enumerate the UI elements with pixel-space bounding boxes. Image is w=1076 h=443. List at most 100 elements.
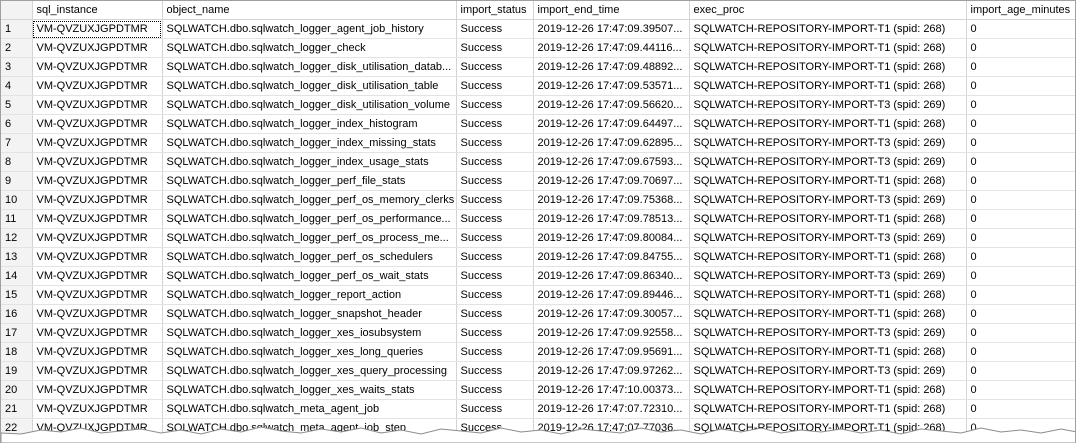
table-row[interactable]: 19 VM-QVZUXJGPDTMR SQLWATCH.dbo.sqlwatch_l… [1,361,1075,381]
row-number-cell[interactable]: 13 [1,247,33,267]
import-end-time-cell[interactable]: 2019-12-26 17:47:09.70697... [533,171,690,191]
import-age-minutes-cell[interactable]: 0 [966,19,1075,39]
import-age-minutes-cell[interactable]: 0 [966,285,1075,305]
import-end-time-cell[interactable]: 2019-12-26 17:47:09.97262... [533,361,690,381]
import-age-minutes-cell[interactable]: 0 [966,209,1075,229]
import-status-cell[interactable]: Success [456,342,534,362]
import-end-time-cell[interactable]: 2019-12-26 17:47:07.72310... [533,399,690,419]
import-end-time-cell[interactable]: 2019-12-26 17:47:09.67593... [533,152,690,172]
import-age-minutes-cell[interactable]: 0 [966,228,1075,248]
sql-instance-cell[interactable]: VM-QVZUXJGPDTMR [32,380,163,400]
import-age-minutes-cell[interactable]: 0 [966,76,1075,96]
import-end-time-cell[interactable]: 2019-12-26 17:47:09.86340... [533,266,690,286]
exec-proc-cell[interactable]: SQLWATCH-REPOSITORY-IMPORT-T1 (spid: 268… [689,342,967,362]
sql-instance-cell[interactable]: VM-QVZUXJGPDTMR [32,209,163,229]
sql-instance-cell[interactable]: VM-QVZUXJGPDTMR [32,76,163,96]
exec-proc-cell[interactable]: SQLWATCH-REPOSITORY-IMPORT-T3 (spid: 269… [689,323,967,343]
object-name-cell[interactable]: SQLWATCH.dbo.sqlwatch_logger_check [162,38,457,58]
sql-instance-cell[interactable]: VM-QVZUXJGPDTMR [32,152,163,172]
import-end-time-cell[interactable]: 2019-12-26 17:47:09.89446... [533,285,690,305]
row-number-cell[interactable]: 16 [1,304,33,324]
exec-proc-cell[interactable]: SQLWATCH-REPOSITORY-IMPORT-T3 (spid: 269… [689,361,967,381]
import-status-cell[interactable]: Success [456,266,534,286]
import-status-cell[interactable]: Success [456,95,534,115]
import-status-cell[interactable]: Success [456,209,534,229]
import-end-time-cell[interactable]: 2019-12-26 17:47:09.39507... [533,19,690,39]
row-number-header[interactable] [1,1,33,20]
row-number-cell[interactable]: 8 [1,152,33,172]
import-status-cell[interactable]: Success [456,380,534,400]
row-number-cell[interactable]: 6 [1,114,33,134]
object-name-cell[interactable]: SQLWATCH.dbo.sqlwatch_logger_perf_os_wai… [162,266,457,286]
import-status-cell[interactable]: Success [456,228,534,248]
object-name-cell[interactable]: SQLWATCH.dbo.sqlwatch_logger_index_usage… [162,152,457,172]
table-row[interactable]: 16 VM-QVZUXJGPDTMR SQLWATCH.dbo.sqlwatch_l… [1,304,1075,324]
import-status-cell[interactable]: Success [456,304,534,324]
row-number-cell[interactable]: 20 [1,380,33,400]
import-end-time-cell[interactable]: 2019-12-26 17:47:09.84755... [533,247,690,267]
table-row[interactable]: 10 VM-QVZUXJGPDTMR SQLWATCH.dbo.sqlwatch_l… [1,190,1075,210]
sql-instance-cell[interactable]: VM-QVZUXJGPDTMR [32,361,163,381]
exec-proc-cell[interactable]: SQLWATCH-REPOSITORY-IMPORT-T1 (spid: 268… [689,114,967,134]
object-name-cell[interactable]: SQLWATCH.dbo.sqlwatch_logger_agent_job_h… [162,19,457,39]
import-status-cell[interactable]: Success [456,152,534,172]
import-age-minutes-cell[interactable]: 0 [966,114,1075,134]
import-age-minutes-cell[interactable]: 0 [966,95,1075,115]
row-number-cell[interactable]: 7 [1,133,33,153]
import-age-minutes-cell[interactable]: 0 [966,266,1075,286]
import-status-cell[interactable]: Success [456,114,534,134]
exec-proc-cell[interactable]: SQLWATCH-REPOSITORY-IMPORT-T1 (spid: 268… [689,285,967,305]
exec-proc-cell[interactable]: SQLWATCH-REPOSITORY-IMPORT-T1 (spid: 268… [689,171,967,191]
sql-instance-cell[interactable]: VM-QVZUXJGPDTMR [32,228,163,248]
import-status-cell[interactable]: Success [456,57,534,77]
sql-instance-cell[interactable]: VM-QVZUXJGPDTMR [32,95,163,115]
exec-proc-cell[interactable]: SQLWATCH-REPOSITORY-IMPORT-T3 (spid: 269… [689,133,967,153]
row-number-cell[interactable]: 15 [1,285,33,305]
row-number-cell[interactable]: 3 [1,57,33,77]
exec-proc-cell[interactable]: SQLWATCH-REPOSITORY-IMPORT-T1 (spid: 268… [689,209,967,229]
table-row[interactable]: 6 VM-QVZUXJGPDTMR SQLWATCH.dbo.sqlwatch_lo… [1,114,1075,134]
table-row[interactable]: 7 VM-QVZUXJGPDTMR SQLWATCH.dbo.sqlwatch_lo… [1,133,1075,153]
import-end-time-cell[interactable]: 2019-12-26 17:47:09.95691... [533,342,690,362]
sql-instance-cell[interactable]: VM-QVZUXJGPDTMR [32,323,163,343]
table-row[interactable]: 4 VM-QVZUXJGPDTMR SQLWATCH.dbo.sqlwatch_lo… [1,76,1075,96]
import-age-minutes-cell[interactable]: 0 [966,57,1075,77]
import-status-cell[interactable]: Success [456,133,534,153]
import-status-cell[interactable]: Success [456,76,534,96]
object-name-cell[interactable]: SQLWATCH.dbo.sqlwatch_logger_index_missi… [162,133,457,153]
object-name-cell[interactable]: SQLWATCH.dbo.sqlwatch_logger_perf_os_pro… [162,228,457,248]
import-age-minutes-cell[interactable]: 0 [966,152,1075,172]
object-name-cell[interactable]: SQLWATCH.dbo.sqlwatch_logger_perf_file_s… [162,171,457,191]
exec-proc-cell[interactable]: SQLWATCH-REPOSITORY-IMPORT-T1 (spid: 268… [689,57,967,77]
import-status-cell[interactable]: Success [456,285,534,305]
object-name-cell[interactable]: SQLWATCH.dbo.sqlwatch_logger_snapshot_he… [162,304,457,324]
sql-instance-cell[interactable]: VM-QVZUXJGPDTMR [32,38,163,58]
import-age-minutes-cell[interactable]: 0 [966,133,1075,153]
sql-instance-cell[interactable]: VM-QVZUXJGPDTMR [32,171,163,191]
exec-proc-cell[interactable]: SQLWATCH-REPOSITORY-IMPORT-T3 (spid: 269… [689,190,967,210]
object-name-cell[interactable]: SQLWATCH.dbo.sqlwatch_logger_disk_utilis… [162,76,457,96]
row-number-cell[interactable]: 2 [1,38,33,58]
table-row[interactable]: 11 VM-QVZUXJGPDTMR SQLWATCH.dbo.sqlwatch_l… [1,209,1075,229]
import-status-cell[interactable]: Success [456,323,534,343]
table-row[interactable]: 1 VM-QVZUXJGPDTMR SQLWATCH.dbo.sqlwatch_lo… [1,19,1075,39]
table-row[interactable]: 15 VM-QVZUXJGPDTMR SQLWATCH.dbo.sqlwatch_l… [1,285,1075,305]
sql-instance-cell[interactable]: VM-QVZUXJGPDTMR [32,304,163,324]
object-name-cell[interactable]: SQLWATCH.dbo.sqlwatch_logger_disk_utilis… [162,95,457,115]
exec-proc-cell[interactable]: SQLWATCH-REPOSITORY-IMPORT-T1 (spid: 268… [689,380,967,400]
object-name-cell[interactable]: SQLWATCH.dbo.sqlwatch_logger_xes_waits_s… [162,380,457,400]
import-status-cell[interactable]: Success [456,361,534,381]
column-header-import-end-time[interactable]: import_end_time [533,1,690,20]
exec-proc-cell[interactable]: SQLWATCH-REPOSITORY-IMPORT-T1 (spid: 268… [689,19,967,39]
table-row[interactable]: 18 VM-QVZUXJGPDTMR SQLWATCH.dbo.sqlwatch_l… [1,342,1075,362]
import-age-minutes-cell[interactable]: 0 [966,399,1075,419]
exec-proc-cell[interactable]: SQLWATCH-REPOSITORY-IMPORT-T3 (spid: 269… [689,95,967,115]
column-header-exec-proc[interactable]: exec_proc [689,1,967,20]
row-number-cell[interactable]: 14 [1,266,33,286]
import-age-minutes-cell[interactable]: 0 [966,304,1075,324]
table-row[interactable]: 2 VM-QVZUXJGPDTMR SQLWATCH.dbo.sqlwatch_lo… [1,38,1075,58]
row-number-cell[interactable]: 10 [1,190,33,210]
exec-proc-cell[interactable]: SQLWATCH-REPOSITORY-IMPORT-T1 (spid: 268… [689,247,967,267]
import-end-time-cell[interactable]: 2019-12-26 17:47:09.44116... [533,38,690,58]
row-number-cell[interactable]: 5 [1,95,33,115]
